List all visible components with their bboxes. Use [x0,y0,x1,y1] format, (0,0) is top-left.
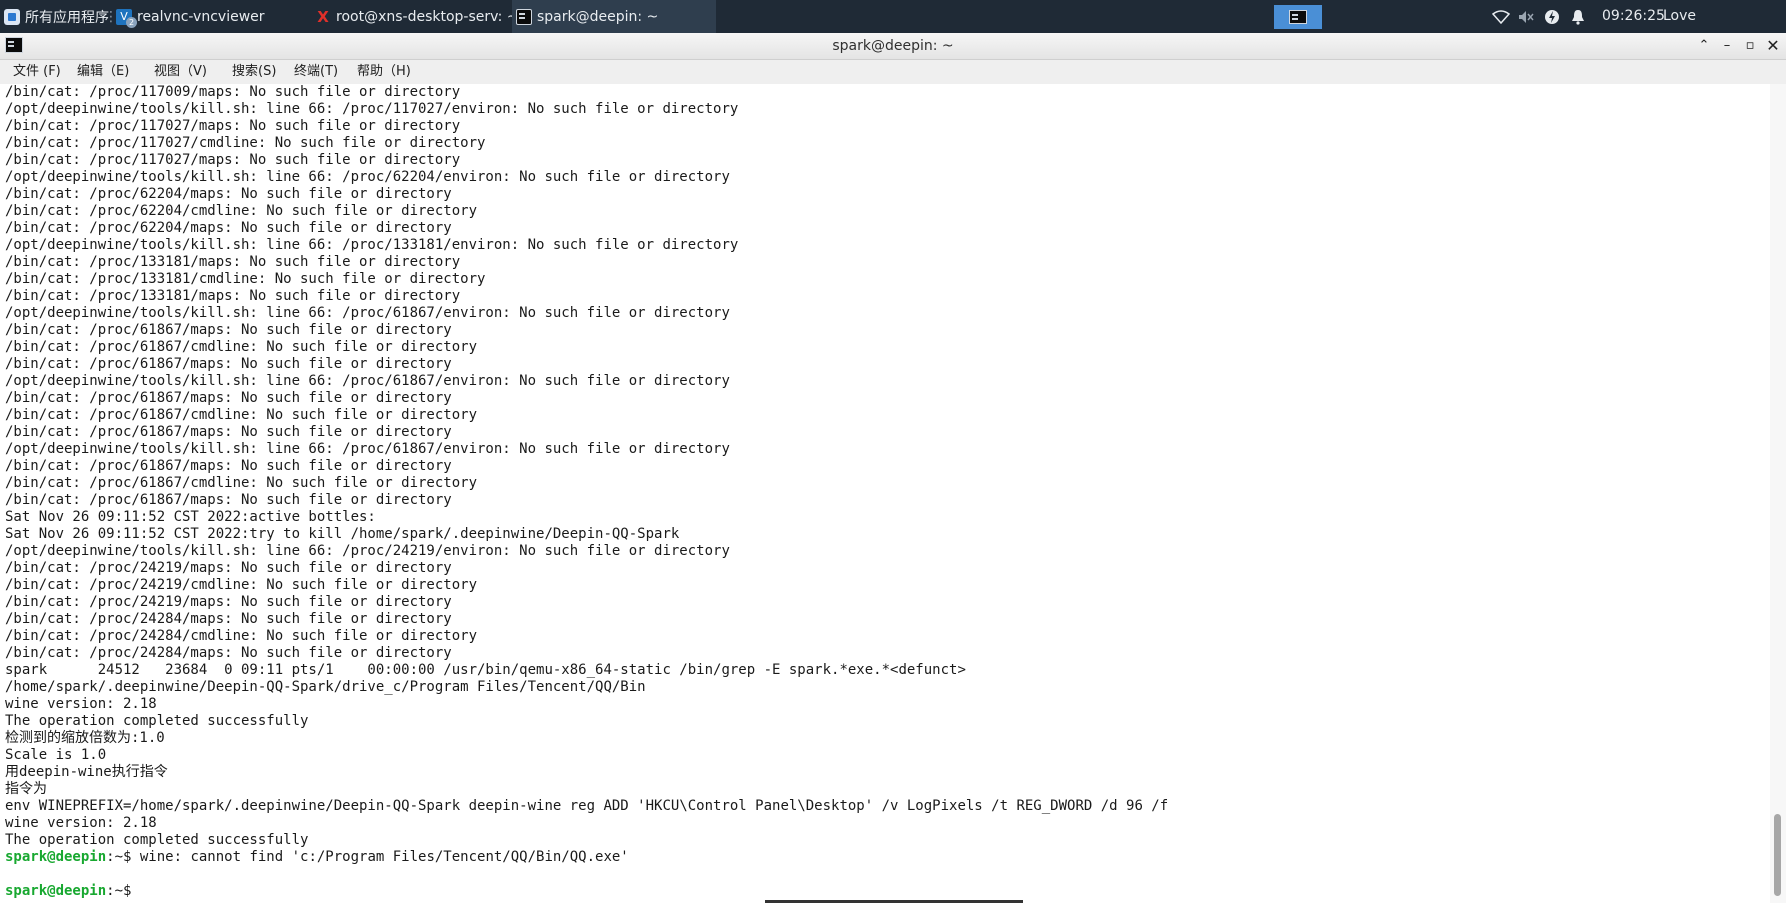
terminal-line: /opt/deepinwine/tools/kill.sh: line 66: … [5,101,739,117]
terminal-line: 指令为 [5,781,47,797]
terminal-line: 用deepin-wine执行指令 [5,764,168,780]
terminal-line: /opt/deepinwine/tools/kill.sh: line 66: … [5,441,730,457]
prompt-user: spark@deepin [5,883,107,899]
terminal-line: /opt/deepinwine/tools/kill.sh: line 66: … [5,373,730,389]
terminal-line: /opt/deepinwine/tools/kill.sh: line 66: … [5,305,730,321]
menu-view[interactable]: 视图（V) [154,60,207,84]
terminal-line: env WINEPREFIX=/home/spark/.deepinwine/D… [5,798,1169,814]
terminal-line: /bin/cat: /proc/62204/maps: No such file… [5,220,452,236]
window-titlebar[interactable]: spark@deepin: ~ ⌃ – ▫ ✕ [0,33,1786,60]
terminal-prompt-line: spark@deepin:~$ wine: cannot find 'c:/Pr… [5,849,1168,866]
terminal-line: /opt/deepinwine/tools/kill.sh: line 66: … [5,237,739,253]
prompt-suffix: :~$ [106,883,140,899]
terminal-icon [516,8,532,25]
terminal-line: /bin/cat: /proc/117027/cmdline: No such … [5,135,486,151]
menu-help[interactable]: 帮助（H) [357,60,411,84]
prompt-suffix: :~$ [106,849,140,865]
terminal-line: /bin/cat: /proc/24284/cmdline: No such f… [5,628,478,644]
power-icon[interactable] [1542,0,1562,33]
terminal-line: /bin/cat: /proc/61867/maps: No such file… [5,492,452,508]
terminal-line: /bin/cat: /proc/61867/maps: No such file… [5,322,452,338]
terminal-line: /bin/cat: /proc/24219/maps: No such file… [5,560,452,576]
minimize-button[interactable]: – [1717,33,1737,59]
terminal-line: /bin/cat: /proc/24219/maps: No such file… [5,594,452,610]
terminal-line: /bin/cat: /proc/61867/maps: No such file… [5,424,452,440]
window-count-badge: 2 [126,16,137,28]
terminal-line: /bin/cat: /proc/62204/cmdline: No such f… [5,203,478,219]
terminal-line: /bin/cat: /proc/61867/maps: No such file… [5,356,452,372]
terminal-line: /bin/cat: /proc/117027/maps: No such fil… [5,118,461,134]
terminal-line: 检测到的缩放倍数为:1.0 [5,730,165,746]
task-label: realvnc-vncviewer [137,8,265,25]
deepin-launcher-icon [4,8,20,25]
terminal-line: The operation completed successfully [5,713,309,729]
terminal-line: wine version: 2.18 [5,696,157,712]
terminal-icon [1289,10,1307,24]
terminal-line: /bin/cat: /proc/117009/maps: No such fil… [5,84,461,100]
maximize-button[interactable]: ▫ [1740,33,1760,59]
terminal-line: /bin/cat: /proc/133181/maps: No such fil… [5,254,461,270]
scroll-thumb[interactable] [1774,814,1781,896]
menu-search[interactable]: 搜索(S) [232,60,276,84]
clock[interactable]: 09:26:25 [1602,0,1665,33]
user-name[interactable]: Love MengdaSecret [1663,0,1786,57]
terminal-line: /bin/cat: /proc/133181/maps: No such fil… [5,288,461,304]
task-xterm-root[interactable]: X root@xns-desktop-serv: ~ [315,0,518,33]
start-menu-label: 所有应用程序 [25,9,109,26]
terminal-line: /bin/cat: /proc/117027/maps: No such fil… [5,152,461,168]
task-terminal-spark[interactable]: spark@deepin: ~ [512,0,716,33]
terminal-line: /opt/deepinwine/tools/kill.sh: line 66: … [5,169,730,185]
terminal-prompt-line: spark@deepin:~$ [5,883,1168,900]
terminal-tray-button[interactable] [1274,5,1322,29]
close-button[interactable]: ✕ [1763,33,1783,59]
terminal-line: /bin/cat: /proc/62204/maps: No such file… [5,186,452,202]
terminal-line: Sat Nov 26 09:11:52 CST 2022:active bott… [5,509,376,525]
terminal-line: /opt/deepinwine/tools/kill.sh: line 66: … [5,543,730,559]
menu-terminal[interactable]: 终端(T) [294,60,338,84]
terminal-line: /bin/cat: /proc/24284/maps: No such file… [5,645,452,661]
terminal-line: spark 24512 23684 0 09:11 pts/1 00:00:00… [5,662,966,678]
terminal-line: Sat Nov 26 09:11:52 CST 2022:try to kill… [5,526,680,542]
terminal-line: /bin/cat: /proc/61867/cmdline: No such f… [5,475,478,491]
terminal-line: /bin/cat: /proc/24219/cmdline: No such f… [5,577,478,593]
terminal-line: Scale is 1.0 [5,747,107,763]
terminal-line: /bin/cat: /proc/24284/maps: No such file… [5,611,452,627]
task-label: spark@deepin: ~ [537,8,659,25]
prompt-user: spark@deepin [5,849,107,865]
terminal-line: /bin/cat: /proc/61867/cmdline: No such f… [5,339,478,355]
terminal-line: /bin/cat: /proc/61867/maps: No such file… [5,458,452,474]
vnc-viewer-icon: V2 [116,8,137,28]
menu-bar: 文件 (F) 编辑（E) 视图（V) 搜索(S) 终端(T) 帮助（H) [0,60,1786,85]
prompt-output: wine: cannot find 'c:/Program Files/Tenc… [139,849,629,865]
vertical-scrollbar[interactable] [1770,84,1786,903]
volume-muted-icon[interactable] [1516,0,1536,33]
terminal-output[interactable]: /bin/cat: /proc/117009/maps: No such fil… [0,84,1770,903]
task-vncviewer[interactable]: V2 realvnc-vncviewer [116,0,306,33]
terminal-line: /bin/cat: /proc/61867/maps: No such file… [5,390,452,406]
taskbar: 所有应用程序 ⋮ V2 realvnc-vncviewer X root@xns… [0,0,1786,57]
terminal-line: /home/spark/.deepinwine/Deepin-QQ-Spark/… [5,679,646,695]
start-menu-button[interactable]: 所有应用程序 [4,0,109,33]
wifi-icon[interactable] [1490,0,1512,33]
bell-icon[interactable] [1568,0,1588,33]
terminal-line: /bin/cat: /proc/61867/cmdline: No such f… [5,407,478,423]
shade-button[interactable]: ⌃ [1694,33,1714,59]
terminal-lines: /bin/cat: /proc/117009/maps: No such fil… [5,84,1168,900]
terminal-line: The operation completed successfully [5,832,309,848]
task-label: root@xns-desktop-serv: ~ [336,8,519,25]
menu-file[interactable]: 文件 (F) [13,60,61,84]
terminal-line: wine version: 2.18 [5,815,157,831]
window-title: spark@deepin: ~ [832,38,954,54]
xterm-icon: X [317,7,329,26]
terminal-line: /bin/cat: /proc/133181/cmdline: No such … [5,271,486,287]
menu-edit[interactable]: 编辑（E) [77,60,129,84]
